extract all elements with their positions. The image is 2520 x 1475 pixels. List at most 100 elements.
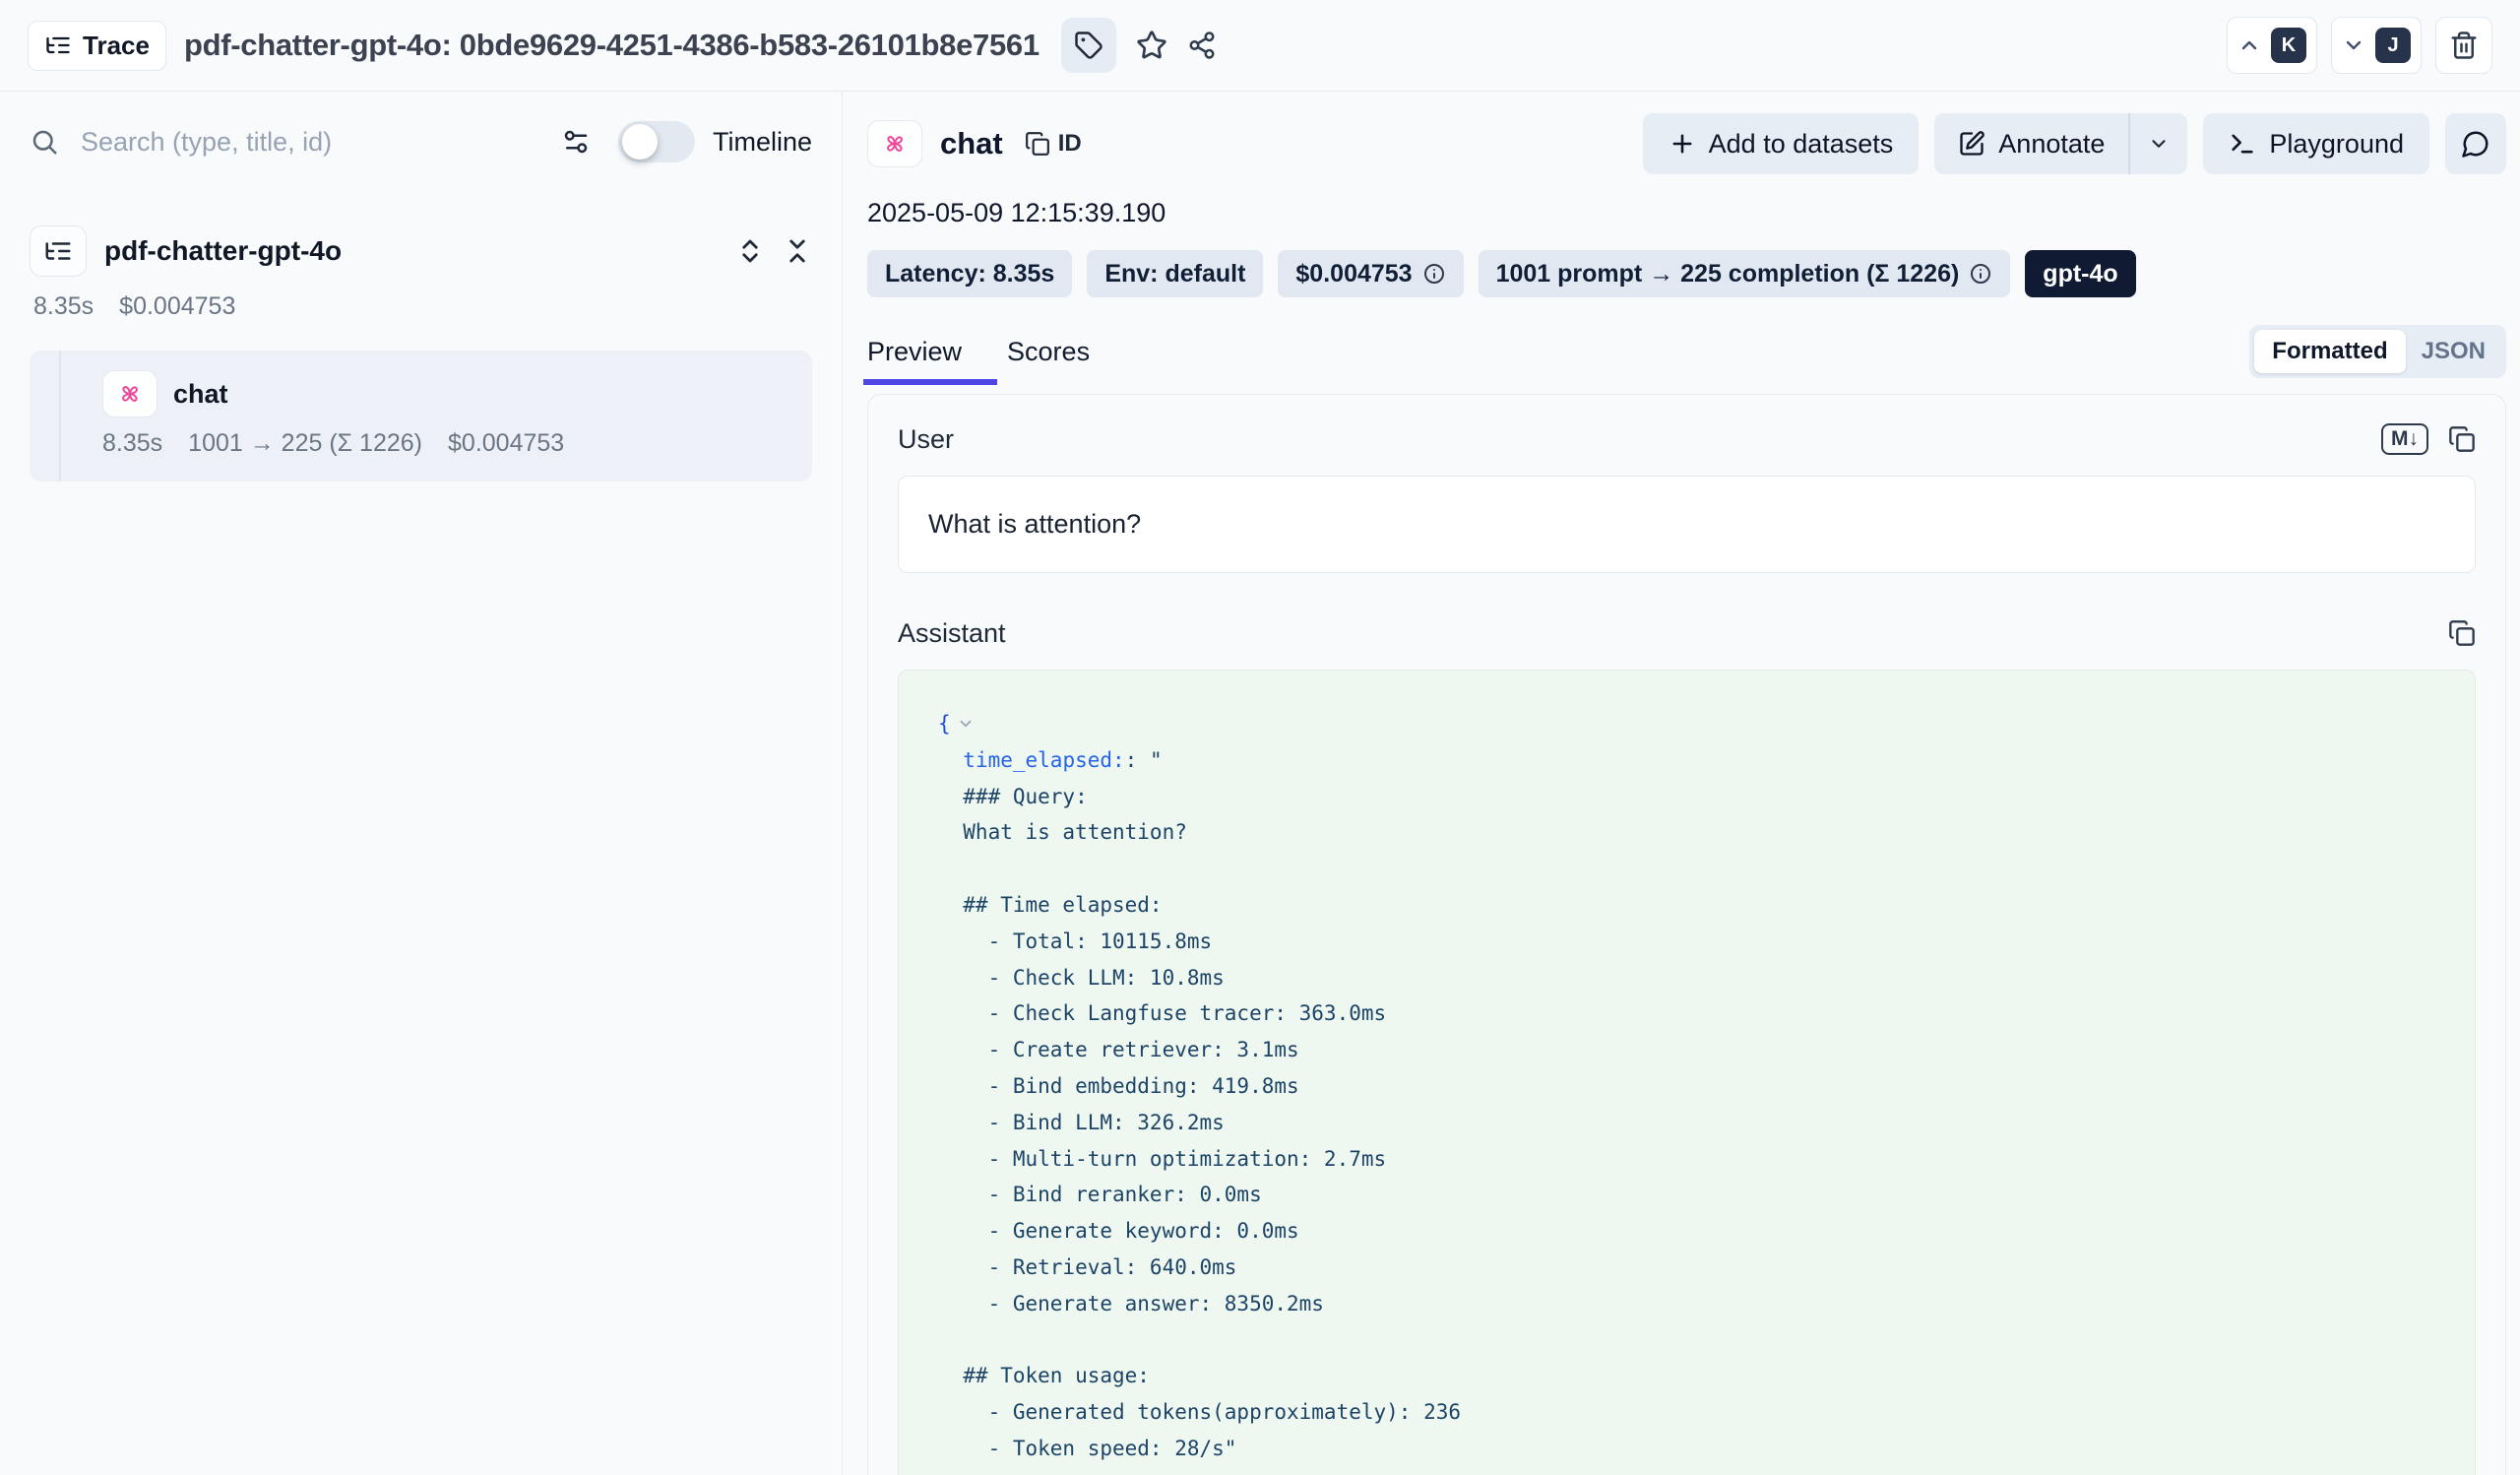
trace-root-name: pdf-chatter-gpt-4o [104, 235, 342, 267]
copy-icon[interactable] [2448, 619, 2476, 647]
timeline-toggle-label: Timeline [713, 127, 812, 158]
chat-node-head: chat [102, 370, 788, 417]
observation-title: chat [940, 126, 1003, 161]
top-bar: Trace pdf-chatter-gpt-4o: 0bde9629-4251-… [0, 0, 2520, 92]
trace-chip-label: Trace [83, 31, 150, 61]
share-button[interactable] [1187, 31, 1217, 60]
chevron-down-icon [2342, 33, 2365, 57]
list-tree-icon [44, 32, 72, 59]
user-section-actions: M↓ [2381, 423, 2476, 455]
code-line: ### Query: [938, 779, 2435, 815]
code-line: - Check Langfuse tracer: 363.0ms [938, 995, 2435, 1032]
chat-latency: 8.35s [102, 429, 162, 458]
code-line: { [938, 706, 2435, 742]
view-mode-formatted[interactable]: Formatted [2254, 330, 2405, 373]
code-line [938, 851, 2435, 887]
code-line: - Generated tokens(approximately): 236 [938, 1394, 2435, 1431]
list-tree-icon [43, 236, 73, 266]
annotate-label: Annotate [1998, 129, 2105, 160]
search-icon [30, 127, 59, 157]
code-line: - Bind embedding: 419.8ms [938, 1068, 2435, 1105]
timeline-toggle[interactable] [618, 121, 695, 162]
tree-actions [735, 236, 812, 266]
chevron-up-icon [2237, 33, 2261, 57]
bookmark-star-button[interactable] [1136, 30, 1167, 61]
trace-nav-actions: K J [2227, 17, 2492, 74]
copy-id-button[interactable]: ID [1025, 130, 1082, 158]
tree-root-row[interactable]: pdf-chatter-gpt-4o [30, 225, 812, 277]
metric-badge: $0.004753 [1278, 250, 1463, 297]
trace-tree-sidebar: Timeline pdf-chatter-gpt-4o 8.35s $0.004… [0, 92, 843, 1475]
search-input[interactable] [79, 126, 561, 159]
add-to-datasets-label: Add to datasets [1709, 129, 1894, 160]
add-to-datasets-button[interactable]: Add to datasets [1643, 113, 1920, 174]
assistant-section-header: Assistant [898, 616, 2476, 650]
code-line: What is attention? [938, 814, 2435, 851]
edit-square-icon [1958, 130, 1985, 158]
delete-trace-button[interactable] [2435, 17, 2492, 74]
code-line: - Generate answer: 8350.2ms [938, 1286, 2435, 1322]
playground-label: Playground [2269, 129, 2404, 160]
info-icon[interactable] [1422, 262, 1446, 286]
tag-icon [1074, 31, 1103, 60]
comments-button[interactable] [2445, 113, 2506, 174]
filter-settings-icon[interactable] [561, 127, 591, 157]
prev-trace-button[interactable]: K [2227, 17, 2317, 74]
shortcut-keycap-k: K [2271, 28, 2306, 63]
code-line: time_elapsed:: " [938, 742, 2435, 779]
expand-all-icon[interactable] [735, 236, 765, 266]
metric-badge: 1001 prompt → 225 completion (Σ 1226) [1479, 250, 2011, 297]
tab-preview[interactable]: Preview [867, 337, 962, 367]
chat-node-name: chat [173, 379, 228, 410]
generation-pinwheel-icon [116, 380, 144, 408]
copy-icon[interactable] [2448, 425, 2476, 453]
root-cost: $0.004753 [119, 292, 235, 321]
tree-node-chat-selected[interactable]: chat 8.35s 1001 → 225 (Σ 1226) $0.004753 [30, 351, 812, 481]
badge-label: gpt-4o [2043, 260, 2117, 289]
detail-tabs: Preview Scores Formatted JSON [867, 323, 2506, 380]
generation-node-badge [102, 370, 158, 417]
tags-button[interactable] [1061, 18, 1116, 73]
badge-label: Env: default [1104, 260, 1245, 289]
playground-button[interactable]: Playground [2203, 113, 2429, 174]
observation-actions: Add to datasets Annotate [1643, 113, 2506, 174]
tree-indent-guide [59, 351, 61, 481]
code-line: - Create retriever: 3.1ms [938, 1032, 2435, 1068]
comment-bubble-icon [2461, 129, 2490, 159]
metric-badges-row: Latency: 8.35s Env: default $0.004753 1001 … [867, 250, 2506, 297]
annotate-button[interactable]: Annotate [1934, 113, 2128, 174]
tab-scores[interactable]: Scores [1007, 337, 1090, 367]
root-latency: 8.35s [33, 292, 94, 321]
code-line: ## Token usage: [938, 1358, 2435, 1394]
assistant-output-box: { time_elapsed:: " ### Query: What is at… [898, 670, 2476, 1475]
preview-scroll-panel[interactable]: User M↓ What is attention? Assistant { t… [867, 394, 2506, 1475]
trace-root-metrics: 8.35s $0.004753 [30, 292, 812, 321]
collapse-all-icon[interactable] [783, 236, 812, 266]
code-line: - Multi-turn optimization: 2.7ms [938, 1141, 2435, 1178]
collapse-json-chevron-icon[interactable] [957, 715, 975, 733]
badge-label: Latency: 8.35s [885, 260, 1054, 289]
badge-label: 1001 prompt → 225 completion (Σ 1226) [1496, 260, 1960, 289]
trace-type-chip: Trace [28, 21, 166, 71]
shortcut-keycap-j: J [2375, 28, 2411, 63]
metric-badge: Latency: 8.35s [867, 250, 1072, 297]
star-icon [1136, 30, 1167, 61]
view-mode-json[interactable]: JSON [2406, 330, 2501, 373]
view-mode-toggle: Formatted JSON [2249, 325, 2506, 378]
code-line: - Total: 10115.8ms [938, 924, 2435, 960]
chat-tokens: 1001 → 225 (Σ 1226) [188, 429, 422, 458]
user-section-header: User M↓ [898, 422, 2476, 456]
observation-detail-panel: chat ID Add to datasets Annotate [844, 92, 2520, 1475]
markdown-toggle-icon[interactable]: M↓ [2381, 423, 2428, 455]
plus-icon [1669, 130, 1696, 158]
next-trace-button[interactable]: J [2331, 17, 2422, 74]
code-line: ## Time elapsed: [938, 887, 2435, 924]
trash-icon [2449, 31, 2479, 60]
tree-search-row: Timeline [30, 121, 812, 162]
toggle-knob [622, 124, 658, 160]
info-icon[interactable] [1969, 262, 1992, 286]
model-badge: gpt-4o [2025, 250, 2135, 297]
annotate-dropdown-button[interactable] [2130, 113, 2187, 174]
annotate-split-button: Annotate [1934, 113, 2187, 174]
assistant-section-actions [2448, 619, 2476, 647]
